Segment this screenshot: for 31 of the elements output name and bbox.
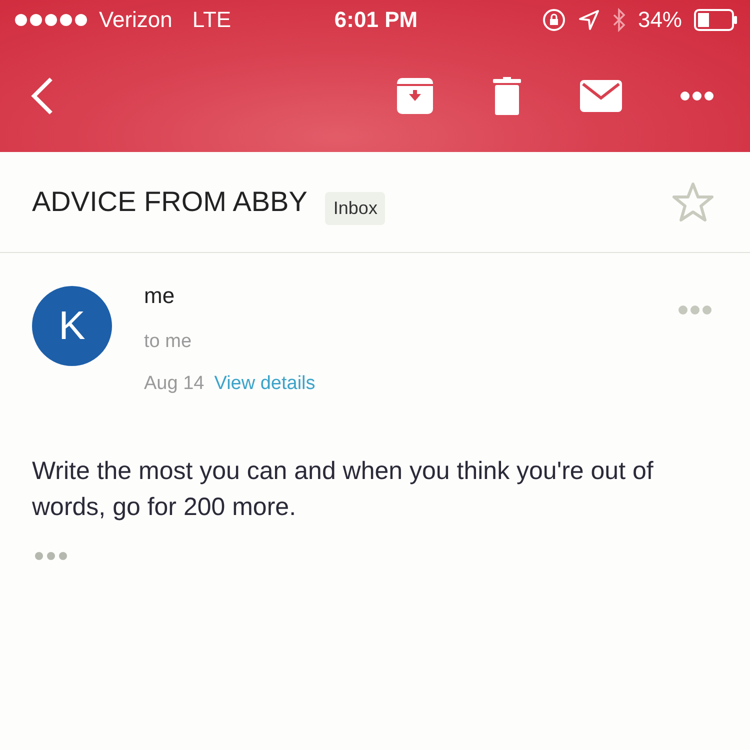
- bluetooth-icon: [612, 8, 626, 32]
- envelope-icon: [580, 80, 622, 112]
- inbox-label: Inbox: [325, 192, 386, 224]
- star-button[interactable]: [672, 182, 714, 222]
- carrier-name: Verizon: [99, 7, 172, 33]
- network-type: LTE: [192, 7, 232, 33]
- more-icon: [680, 91, 714, 101]
- back-chevron-icon: [30, 76, 54, 116]
- avatar: K: [32, 286, 112, 366]
- message-date: Aug 14: [144, 373, 204, 395]
- email-subject: ADVICE FROM ABBY: [32, 186, 308, 218]
- delete-button[interactable]: [492, 77, 522, 115]
- rotation-lock-icon: [542, 8, 566, 32]
- archive-button[interactable]: [396, 77, 434, 115]
- recipient-text: to me: [144, 331, 193, 353]
- sender-name: me: [144, 283, 176, 309]
- archive-icon: [396, 77, 434, 115]
- battery-icon: [694, 9, 738, 31]
- more-button[interactable]: [680, 91, 714, 101]
- location-arrow-icon: [578, 9, 600, 31]
- trash-icon: [492, 77, 522, 115]
- signal-icon: [14, 13, 89, 27]
- back-button[interactable]: [30, 76, 54, 116]
- ellipsis-icon: [34, 551, 68, 561]
- status-time: 6:01 PM: [334, 7, 418, 33]
- battery-percent: 34%: [638, 7, 682, 33]
- star-icon: [672, 182, 714, 222]
- mark-unread-button[interactable]: [580, 80, 622, 112]
- view-details-link[interactable]: View details: [214, 373, 316, 395]
- message-body: Write the most you can and when you think you're out of words, go for 200 more.: [32, 456, 654, 523]
- more-icon: [678, 305, 712, 315]
